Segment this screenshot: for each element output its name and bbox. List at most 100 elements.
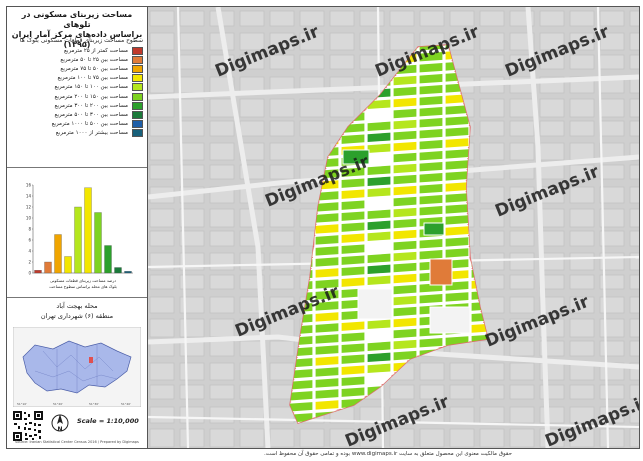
- city-block: [629, 340, 639, 357]
- city-block: [269, 384, 295, 400]
- residential-block: [444, 136, 470, 149]
- city-block: [449, 406, 475, 424]
- residential-block: [340, 243, 366, 256]
- chart-caption: بلوک های محله براساس سطوح مساحت: [49, 284, 117, 289]
- residential-block: [314, 388, 340, 400]
- residential-block: [418, 204, 444, 217]
- credit-text: Source: Iranian Statistical Center Censu…: [15, 440, 139, 444]
- city-block: [449, 362, 475, 381]
- legend-item: مساحت بین ۳۰۰ تا ۵۰۰ مترمربع: [13, 110, 143, 119]
- city-block: [149, 406, 175, 424]
- city-block: [179, 142, 205, 161]
- residential-block: [392, 173, 418, 186]
- city-block: [149, 10, 175, 27]
- residential-block: [366, 142, 392, 155]
- residential-block: [418, 292, 444, 305]
- city-block: [509, 230, 535, 247]
- city-block: [179, 362, 205, 381]
- map-view[interactable]: Digimaps.ir Digimaps.ir Digimaps.ir Digi…: [148, 7, 639, 448]
- residential-block: [418, 116, 444, 129]
- city-block: [569, 318, 595, 338]
- city-block: [299, 120, 325, 137]
- residential-block: [444, 202, 470, 215]
- legend-item-label: مساحت بین ۵۰۰ تا ۱۰۰۰ مترمربع: [51, 121, 128, 128]
- city-block: [539, 230, 565, 247]
- city-block: [179, 54, 205, 70]
- legend-item-label: مساحت بین ۲۰۰ تا ۳۰۰ مترمربع: [54, 102, 128, 109]
- residential-block: [444, 224, 470, 237]
- residential-block: [392, 228, 418, 241]
- residential-block: [392, 129, 418, 142]
- legend-item-label: مساحت بین ۱۰۰ تا ۱۵۰ مترمربع: [54, 84, 128, 91]
- legend-swatch: [132, 110, 143, 119]
- city-block: [599, 428, 625, 448]
- residential-block: [340, 210, 366, 223]
- city-block: [479, 428, 505, 448]
- bar: [114, 267, 122, 274]
- residential-block: [366, 175, 392, 188]
- y-tick-label: 8: [28, 227, 31, 232]
- city-block: [569, 142, 595, 161]
- district-label: منطقه (۶) شهرداری تهران: [40, 312, 114, 320]
- residential-block: [418, 72, 444, 85]
- residential-block: [290, 400, 314, 413]
- residential-block: [340, 331, 366, 344]
- city-block: [149, 32, 175, 51]
- city-block: [149, 208, 175, 228]
- city-block: [599, 54, 625, 70]
- chart-caption: درصد مساحت زیربنای قطعات مسکونی: [50, 278, 116, 283]
- legend-swatch: [132, 129, 143, 138]
- non-residential-area: [357, 288, 393, 320]
- legend-item-label: مساحت بیشتر از ۱۰۰۰ مترمربع: [55, 130, 128, 137]
- city-block: [509, 142, 535, 161]
- city-block: [209, 142, 235, 161]
- residential-block: [340, 320, 366, 333]
- residential-block: [314, 245, 340, 257]
- residential-block: [444, 169, 470, 182]
- city-block: [209, 274, 235, 290]
- residential-block: [418, 83, 444, 96]
- divider: [7, 297, 147, 298]
- city-block: [269, 98, 295, 118]
- residential-block: [340, 232, 366, 245]
- city-block: [149, 230, 175, 247]
- city-block: [629, 120, 639, 137]
- residential-block: [366, 252, 392, 265]
- city-block: [629, 98, 639, 118]
- svg-text:51°20': 51°20': [53, 402, 63, 406]
- city-block: [539, 406, 565, 424]
- city-block: [209, 384, 235, 400]
- y-tick-label: 2: [28, 260, 31, 265]
- svg-text:51°40': 51°40': [121, 402, 131, 406]
- city-block: [509, 384, 535, 400]
- residential-block: [392, 140, 418, 153]
- city-block: [209, 318, 235, 338]
- city-block: [209, 98, 235, 118]
- residential-block: [392, 305, 418, 318]
- legend-item: مساحت بیشتر از ۱۰۰۰ مترمربع: [13, 129, 143, 138]
- city-block: [179, 318, 205, 338]
- legend-swatch: [132, 46, 143, 55]
- city-block: [479, 230, 505, 247]
- title-line-1: مساحت زیربنای مسکونی در تلوهای: [21, 10, 133, 29]
- residential-block: [392, 217, 418, 230]
- map-canvas: Digimaps.ir Digimaps.ir Digimaps.ir Digi…: [148, 7, 639, 448]
- residential-block: [418, 149, 444, 162]
- legend-swatch: [132, 120, 143, 129]
- city-block: [479, 54, 505, 70]
- legend-item: مساحت بین ۷۵ تا ۱۰۰ مترمربع: [13, 74, 143, 83]
- city-block: [569, 340, 595, 357]
- city-block: [149, 384, 175, 400]
- residential-block: [444, 246, 470, 259]
- residential-block: [392, 250, 418, 263]
- residential-block: [340, 188, 366, 201]
- bar: [44, 261, 52, 274]
- residential-block: [340, 364, 366, 377]
- residential-block: [366, 186, 392, 199]
- residential-block: [366, 208, 392, 221]
- city-block: [209, 164, 235, 180]
- city-block: [209, 296, 235, 314]
- legend-item: مساحت بین ۲۵ تا ۵۰ مترمربع: [13, 55, 143, 64]
- city-block: [179, 120, 205, 137]
- y-tick-label: 12: [26, 205, 32, 210]
